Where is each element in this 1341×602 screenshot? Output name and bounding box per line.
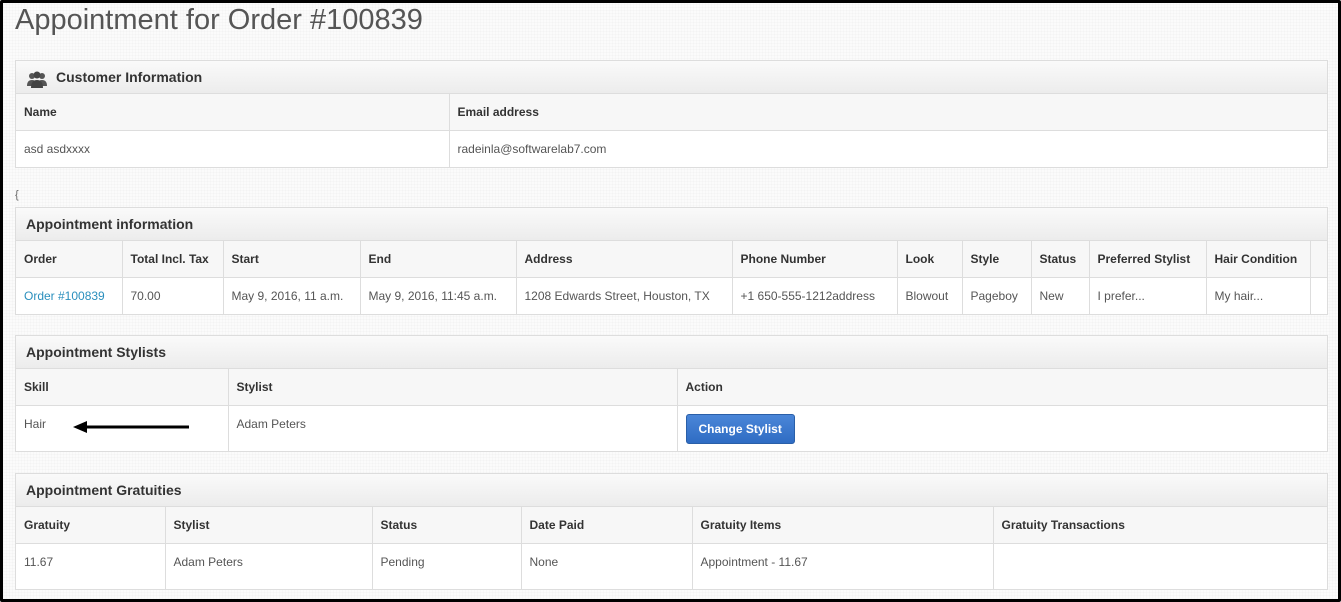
col-action: Action xyxy=(677,369,1327,406)
col-gratuity-items: Gratuity Items xyxy=(692,507,994,544)
gratuity-status-cell: Pending xyxy=(372,543,522,589)
customer-info-header: Customer Information xyxy=(16,61,1327,94)
table-header-row: Order Total Incl. Tax Start End Address … xyxy=(16,241,1327,278)
action-cell: Change Stylist xyxy=(677,405,1327,451)
table-row: Hair Adam Peters Change Stylist xyxy=(16,405,1327,451)
col-email: Email address xyxy=(449,94,1327,131)
end-cell: May 9, 2016, 11:45 a.m. xyxy=(360,277,517,314)
col-hair-condition: Hair Condition xyxy=(1206,241,1311,278)
col-address: Address xyxy=(516,241,733,278)
stylist-cell: Adam Peters xyxy=(228,405,678,451)
appointment-gratuities-title: Appointment Gratuities xyxy=(26,481,182,498)
col-date-paid: Date Paid xyxy=(521,507,693,544)
stylists-table: Skill Stylist Action Hair Adam Peters Ch… xyxy=(16,369,1327,451)
order-link[interactable]: Order #100839 xyxy=(24,289,105,303)
customer-info-panel: Customer Information Name Email address … xyxy=(15,60,1328,168)
change-stylist-button[interactable]: Change Stylist xyxy=(685,413,795,444)
col-status: Status xyxy=(372,507,522,544)
gratuities-table: Gratuity Stylist Status Date Paid Gratui… xyxy=(16,507,1327,589)
table-row: 11.67 Adam Peters Pending None Appointme… xyxy=(16,543,1327,589)
customer-info-title: Customer Information xyxy=(56,68,203,85)
gratuity-items-cell: Appointment - 11.67 xyxy=(692,543,994,589)
order-cell: Order #100839 xyxy=(16,277,123,314)
table-row: Order #100839 70.00 May 9, 2016, 11 a.m.… xyxy=(16,277,1327,314)
users-icon xyxy=(26,68,48,88)
start-cell: May 9, 2016, 11 a.m. xyxy=(223,277,361,314)
col-style: Style xyxy=(962,241,1032,278)
col-stylist: Stylist xyxy=(165,507,373,544)
col-skill: Skill xyxy=(16,369,229,406)
customer-table: Name Email address asd asdxxxx radeinla@… xyxy=(16,94,1327,167)
hair-condition-cell: My hair... xyxy=(1206,277,1311,314)
appointment-gratuities-header: Appointment Gratuities xyxy=(16,474,1327,507)
col-gratuity: Gratuity xyxy=(16,507,166,544)
address-cell: 1208 Edwards Street, Houston, TX xyxy=(516,277,733,314)
table-header-row: Gratuity Stylist Status Date Paid Gratui… xyxy=(16,507,1327,544)
appointment-stylists-title: Appointment Stylists xyxy=(26,343,167,360)
col-total: Total Incl. Tax xyxy=(122,241,224,278)
phone-cell: +1 650-555-1212address xyxy=(732,277,898,314)
gratuity-transactions-cell xyxy=(993,543,1327,589)
look-cell: Blowout xyxy=(897,277,963,314)
table-header-row: Skill Stylist Action xyxy=(16,369,1327,406)
extra-cell xyxy=(1310,277,1327,314)
page-title: Appointment for Order #100839 xyxy=(15,4,423,36)
appointment-table: Order Total Incl. Tax Start End Address … xyxy=(16,241,1327,314)
col-extra xyxy=(1310,241,1327,278)
col-stylist: Stylist xyxy=(228,369,678,406)
col-order: Order xyxy=(16,241,123,278)
gratuity-stylist-cell: Adam Peters xyxy=(165,543,373,589)
status-cell: New xyxy=(1031,277,1090,314)
stray-brace: { xyxy=(15,189,19,201)
date-paid-cell: None xyxy=(521,543,693,589)
col-status: Status xyxy=(1031,241,1090,278)
preferred-stylist-cell: I prefer... xyxy=(1089,277,1207,314)
customer-name: asd asdxxxx xyxy=(16,130,450,167)
col-start: Start xyxy=(223,241,361,278)
col-preferred-stylist: Preferred Stylist xyxy=(1089,241,1207,278)
col-gratuity-transactions: Gratuity Transactions xyxy=(993,507,1327,544)
arrow-left-icon xyxy=(73,421,189,433)
style-cell: Pageboy xyxy=(962,277,1032,314)
gratuity-cell: 11.67 xyxy=(16,543,166,589)
customer-email: radeinla@softwarelab7.com xyxy=(449,130,1327,167)
table-row: asd asdxxxx radeinla@softwarelab7.com xyxy=(16,130,1327,167)
appointment-gratuities-panel: Appointment Gratuities Gratuity Stylist … xyxy=(15,473,1328,590)
col-name: Name xyxy=(16,94,450,131)
page-frame: Appointment for Order #100839 Customer I… xyxy=(0,0,1341,602)
appointment-stylists-panel: Appointment Stylists Skill Stylist Actio… xyxy=(15,335,1328,452)
appointment-info-title: Appointment information xyxy=(26,215,194,232)
col-phone: Phone Number xyxy=(732,241,898,278)
table-header-row: Name Email address xyxy=(16,94,1327,131)
col-look: Look xyxy=(897,241,963,278)
total-cell: 70.00 xyxy=(122,277,224,314)
appointment-info-header: Appointment information xyxy=(16,208,1327,241)
appointment-stylists-header: Appointment Stylists xyxy=(16,336,1327,369)
col-end: End xyxy=(360,241,517,278)
appointment-info-panel: Appointment information Order Total Incl… xyxy=(15,207,1328,315)
